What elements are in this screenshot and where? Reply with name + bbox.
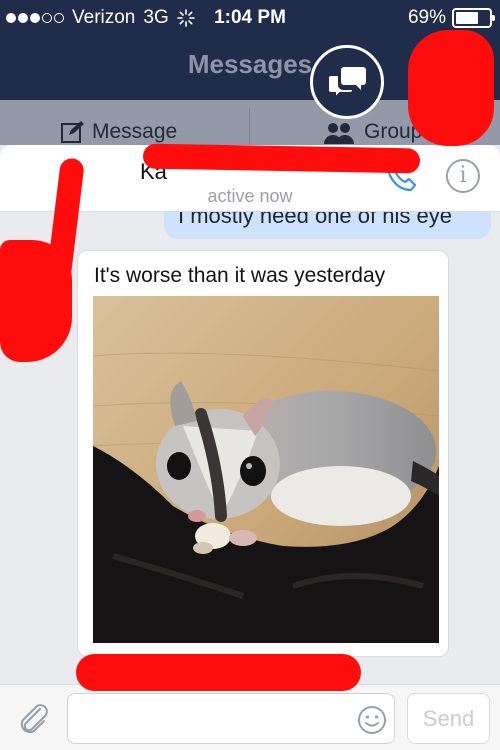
info-icon: i [459, 163, 467, 188]
redaction-mark-left-blob [0, 240, 72, 362]
battery-icon [452, 8, 495, 28]
info-button[interactable]: i [446, 159, 480, 193]
chat-heads-button[interactable] [310, 45, 384, 119]
compose-icon [61, 120, 84, 143]
sent-message-bubble[interactable]: I mostly need one of his eye [164, 212, 491, 239]
message-input[interactable] [67, 693, 395, 744]
send-button[interactable]: Send [407, 693, 490, 744]
received-message-card[interactable]: It's worse than it was yesterday [77, 250, 449, 657]
composer-bar: Send [0, 684, 500, 750]
redaction-mark-name [142, 143, 421, 174]
redaction-mark-top-right [408, 30, 494, 146]
segment-divider [249, 108, 250, 145]
battery-percent: 69% [407, 7, 446, 28]
new-group-tab[interactable]: Group [322, 118, 422, 145]
new-message-tab[interactable]: Message [60, 118, 177, 145]
received-message-text: It's worse than it was yesterday [94, 264, 386, 287]
message-tab-label: Message [92, 119, 178, 143]
sent-message-text: I mostly need one of his eye [178, 212, 452, 228]
redaction-mark-bottom [76, 654, 361, 691]
paperclip-icon[interactable] [14, 699, 54, 739]
emoji-icon[interactable] [357, 705, 387, 735]
people-icon [324, 122, 354, 144]
status-bar: Verizon 3G 1:04 PM 69% [0, 0, 500, 36]
message-photo[interactable] [93, 296, 439, 643]
chat-bubbles-icon [327, 67, 366, 99]
